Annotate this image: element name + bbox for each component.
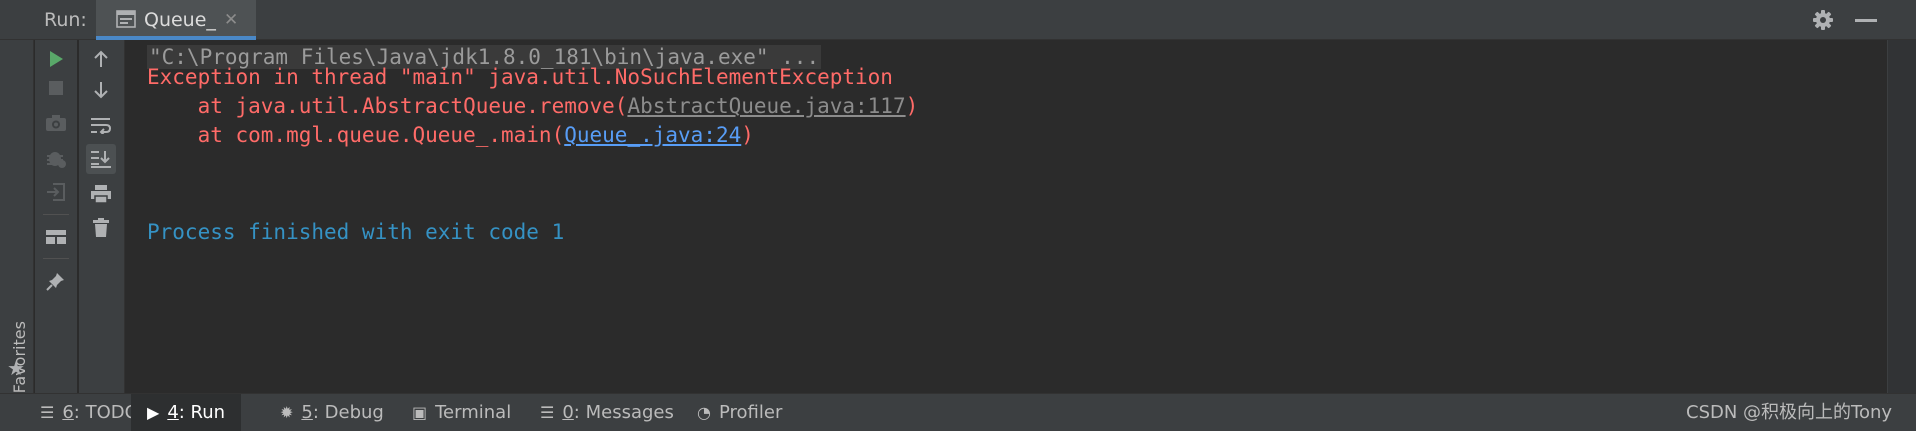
- terminal-icon: ▣: [412, 403, 428, 422]
- dump-threads-button[interactable]: [41, 108, 71, 138]
- rerun-button[interactable]: [41, 44, 71, 74]
- messages-icon: ☰: [540, 403, 555, 422]
- console-output[interactable]: "C:\Program Files\Java\jdk1.8.0_181\bin\…: [126, 40, 1887, 393]
- tab-queue[interactable]: Queue_ ✕: [96, 0, 256, 40]
- tab-debug[interactable]: ✹ 5: Debug: [280, 394, 384, 431]
- stop-button[interactable]: [41, 73, 71, 103]
- tab-mnemonic: 4: [167, 402, 179, 423]
- scroll-to-end-icon: [91, 151, 111, 168]
- print-button[interactable]: [86, 179, 116, 209]
- process-finished-line: Process finished with exit code 1: [147, 220, 565, 244]
- console-toolbar: [79, 40, 125, 393]
- source-link[interactable]: AbstractQueue.java:117: [627, 94, 905, 118]
- tab-label: : Messages: [573, 402, 674, 423]
- arrow-down-icon: [94, 82, 108, 99]
- toolbar-separator: [43, 214, 69, 215]
- run-toolwindow-header: Run: Queue_ ✕: [0, 0, 1916, 40]
- source-link[interactable]: Queue_.java:24: [564, 123, 741, 147]
- scroll-up-button[interactable]: [86, 44, 116, 74]
- bug-icon: ✹: [280, 403, 294, 422]
- trace-text: ): [741, 123, 754, 147]
- favorites-stripe: 2: Favorites: [0, 40, 34, 414]
- scroll-down-button[interactable]: [86, 75, 116, 105]
- stack-trace-line: at com.mgl.queue.Queue_.main(Queue_.java…: [147, 123, 754, 147]
- pin-button[interactable]: [41, 266, 71, 296]
- star-icon[interactable]: ★: [7, 356, 25, 380]
- stack-trace-line: at java.util.AbstractQueue.remove(Abstra…: [147, 94, 919, 118]
- tab-mnemonic: 6: [62, 402, 74, 423]
- pin-icon: [46, 273, 64, 291]
- trace-text: ): [905, 94, 919, 118]
- tab-terminal[interactable]: ▣ Terminal: [412, 394, 511, 431]
- layout-icon: [46, 230, 66, 244]
- scroll-to-end-button[interactable]: [86, 144, 116, 174]
- trace-text: at java.util.AbstractQueue.remove(: [147, 94, 628, 118]
- run-toolbar: [35, 40, 77, 393]
- profiler-icon: ◔: [697, 403, 711, 422]
- gear-icon[interactable]: [1812, 9, 1834, 31]
- trash-icon: [93, 218, 109, 237]
- exception-line: Exception in thread "main" java.util.NoS…: [147, 65, 893, 89]
- tab-mnemonic: 0: [562, 402, 574, 423]
- tab-label: : TODO: [73, 402, 139, 423]
- tab-title: Queue_: [144, 9, 216, 31]
- tab-label: Profiler: [718, 402, 783, 423]
- tab-mnemonic: 5: [301, 402, 313, 423]
- toolbar-separator: [43, 258, 69, 259]
- tab-run[interactable]: ▶ 4: Run: [131, 394, 242, 431]
- layout-button[interactable]: [41, 222, 71, 252]
- trace-text: at com.mgl.queue.Queue_.main(: [147, 123, 565, 147]
- tab-label: : Debug: [312, 402, 384, 423]
- bug-icon: [47, 152, 66, 168]
- tab-label: Terminal: [435, 402, 512, 423]
- scrollbar[interactable]: [1887, 40, 1916, 393]
- debug-settings-button[interactable]: [41, 143, 71, 173]
- console-icon: [116, 10, 136, 28]
- minimize-icon[interactable]: [1855, 19, 1877, 22]
- play-icon: [50, 51, 63, 67]
- clear-all-button[interactable]: [86, 213, 116, 243]
- camera-icon: [46, 115, 66, 131]
- login-icon: [47, 183, 65, 201]
- tab-label: : Run: [178, 402, 226, 423]
- tool-window-bar: ☰ 6: TODO ▶ 4: Run ✹ 5: Debug ▣ Terminal ☰ 0:…: [0, 393, 1916, 431]
- restore-layout-button[interactable]: [41, 177, 71, 207]
- list-icon: ☰: [40, 403, 55, 422]
- play-icon: ▶: [147, 403, 160, 422]
- close-icon[interactable]: ✕: [224, 0, 238, 40]
- print-icon: [91, 185, 111, 204]
- arrow-up-icon: [94, 50, 108, 67]
- soft-wrap-icon: [91, 118, 112, 134]
- stop-icon: [49, 81, 63, 95]
- run-label: Run:: [44, 9, 87, 31]
- tab-profiler[interactable]: ◔ Profiler: [697, 394, 782, 431]
- soft-wrap-button[interactable]: [86, 110, 116, 140]
- tab-messages[interactable]: ☰ 0: Messages: [540, 394, 674, 431]
- watermark: CSDN @积极向上的Tony: [1686, 402, 1893, 423]
